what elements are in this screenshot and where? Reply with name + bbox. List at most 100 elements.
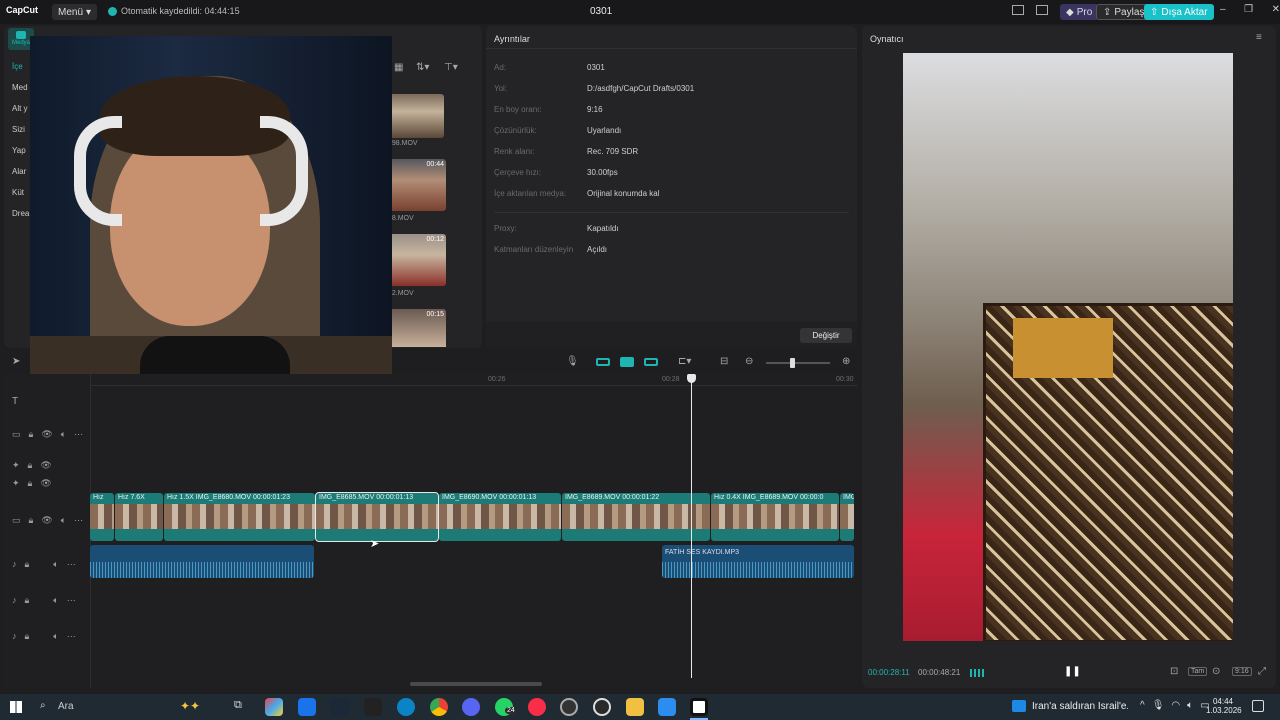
- zoom-in-icon[interactable]: ⊕: [842, 356, 850, 367]
- lock-icon[interactable]: 🔒︎: [25, 595, 30, 606]
- lock-icon[interactable]: 🔒︎: [25, 631, 30, 642]
- media-thumb[interactable]: 00:12: [388, 234, 446, 286]
- news-icon[interactable]: [1012, 700, 1026, 712]
- audio-clip[interactable]: [90, 545, 314, 578]
- eye-icon[interactable]: 👁︎: [40, 478, 51, 489]
- search-icon[interactable]: ⌕: [40, 700, 46, 711]
- eye-icon[interactable]: 👁︎: [40, 460, 51, 471]
- filter-icon[interactable]: ⊤▾: [444, 62, 458, 73]
- grid-view-icon[interactable]: ▦: [394, 62, 403, 73]
- menu-lines-icon[interactable]: ≡: [1256, 32, 1262, 43]
- main-track-magnet-icon[interactable]: [596, 358, 610, 366]
- volume-icon[interactable]: 🔈︎: [53, 631, 58, 642]
- video-clip[interactable]: Hız 7.6X: [115, 493, 163, 541]
- pause-icon[interactable]: ❚❚: [1064, 666, 1081, 677]
- windows-start-icon[interactable]: [10, 701, 22, 713]
- taskbar-search[interactable]: Ara: [58, 701, 74, 712]
- sort-icon[interactable]: ⇅▾: [416, 62, 429, 73]
- notification-center-icon[interactable]: [1252, 700, 1264, 712]
- capcut-icon[interactable]: [690, 698, 708, 716]
- microphone-icon[interactable]: 🎙: [566, 356, 579, 367]
- export-button[interactable]: ⇧ Dışa Aktar: [1144, 4, 1214, 20]
- eye-icon[interactable]: 👁︎: [41, 515, 52, 526]
- change-button[interactable]: Değiştir: [800, 328, 852, 343]
- lock-icon[interactable]: 🔒︎: [28, 478, 33, 489]
- more-icon[interactable]: ⋯: [67, 559, 76, 570]
- video-clip[interactable]: Hız: [90, 493, 114, 541]
- lock-icon[interactable]: 🔒︎: [29, 429, 34, 440]
- video-clip-selected[interactable]: IMG_E8685.MOV 00:00:01:13: [315, 492, 439, 542]
- volume-icon[interactable]: 🔈︎: [61, 515, 66, 526]
- snipping-tool-icon[interactable]: [658, 698, 676, 716]
- video-clip[interactable]: Hız 1.5X IMG_E8680.MOV 00:00:01:23: [164, 493, 315, 541]
- zoom-out-icon[interactable]: ⊖: [745, 356, 753, 367]
- wifi-icon[interactable]: ◠: [1171, 700, 1180, 711]
- select-cursor-icon[interactable]: ➤: [12, 356, 20, 367]
- speaker-icon[interactable]: 🔈︎: [1187, 700, 1193, 711]
- more-icon[interactable]: ⋯: [74, 515, 83, 526]
- epic-games-icon[interactable]: [364, 698, 382, 716]
- media-thumb-duration: 00:12: [426, 236, 444, 243]
- edge-icon[interactable]: [397, 698, 415, 716]
- music-icon[interactable]: [528, 698, 546, 716]
- minimize-icon[interactable]: –: [1220, 4, 1226, 15]
- outlook-icon[interactable]: [298, 698, 316, 716]
- fullscreen-icon[interactable]: ⤢: [1258, 666, 1266, 677]
- app-icon[interactable]: [560, 698, 578, 716]
- playhead[interactable]: [691, 374, 692, 678]
- layout-icon[interactable]: [1012, 5, 1024, 15]
- crop-icon[interactable]: ⊡: [1170, 666, 1178, 677]
- volume-icon[interactable]: 🔈︎: [61, 429, 66, 440]
- clip-label: IMG: [843, 494, 854, 501]
- video-clip[interactable]: IMG_E8689.MOV 00:00:01:22: [562, 493, 710, 541]
- detail-value: Rec. 709 SDR: [587, 147, 639, 156]
- more-icon[interactable]: ⋯: [67, 595, 76, 606]
- zoom-slider-handle[interactable]: [790, 358, 795, 368]
- detail-key: İçe aktarılan medya:: [494, 189, 567, 198]
- media-thumb[interactable]: [388, 94, 444, 138]
- caption-icon[interactable]: ⊟: [720, 356, 728, 367]
- horizontal-scrollbar[interactable]: [410, 682, 542, 686]
- menu-button[interactable]: Menü ▾: [52, 4, 98, 20]
- eye-icon[interactable]: 👁︎: [41, 429, 52, 440]
- preview-axis-icon[interactable]: ⊏▾: [678, 356, 691, 367]
- linkage-icon[interactable]: [644, 358, 658, 366]
- playhead-handle[interactable]: [687, 374, 696, 383]
- media-thumb[interactable]: 00:44: [388, 159, 446, 211]
- focus-icon[interactable]: ⊙: [1212, 666, 1220, 677]
- ratio-button[interactable]: 9:16: [1232, 667, 1252, 676]
- video-clip[interactable]: IMG_E8690.MOV 00:00:01:13: [439, 493, 561, 541]
- maximize-icon[interactable]: ❐: [1244, 4, 1253, 15]
- close-icon[interactable]: ✕: [1272, 4, 1280, 15]
- video-clip[interactable]: IMG: [840, 493, 854, 541]
- time-ruler[interactable]: 00:26 00:28 00:30: [90, 374, 858, 386]
- zoom-slider[interactable]: [766, 362, 830, 364]
- full-button[interactable]: Tam: [1188, 667, 1208, 676]
- file-explorer-icon[interactable]: [626, 698, 644, 716]
- media-thumb[interactable]: 00:15: [388, 309, 446, 347]
- more-icon[interactable]: ⋯: [74, 429, 83, 440]
- task-view-icon[interactable]: ⧉: [234, 699, 242, 712]
- lock-icon[interactable]: 🔒︎: [28, 460, 33, 471]
- pro-button[interactable]: ◆ Pro: [1060, 4, 1099, 20]
- lock-icon[interactable]: 🔒︎: [25, 559, 30, 570]
- video-preview[interactable]: [903, 53, 1233, 641]
- more-icon[interactable]: ⋯: [67, 631, 76, 642]
- news-widget[interactable]: İran'a saldıran İsrail'e...: [1032, 701, 1128, 712]
- discord-icon[interactable]: [462, 698, 480, 716]
- chrome-icon[interactable]: [430, 698, 448, 716]
- volume-icon[interactable]: 🔈︎: [53, 559, 58, 570]
- divider: [486, 48, 857, 49]
- detail-value: Orijinal konumda kal: [587, 189, 660, 198]
- shortcuts-icon[interactable]: [1036, 5, 1048, 15]
- steam-icon[interactable]: [331, 698, 349, 716]
- chevron-up-icon[interactable]: ^: [1140, 700, 1145, 711]
- github-icon[interactable]: [593, 698, 611, 716]
- share-label: Paylaş: [1114, 6, 1145, 18]
- copilot-app-icon[interactable]: [265, 698, 283, 716]
- volume-icon[interactable]: 🔈︎: [53, 595, 58, 606]
- microphone-icon[interactable]: 🎙︎: [1152, 700, 1165, 711]
- video-clip[interactable]: Hız 0.4X IMG_E8689.MOV 00:00:0: [711, 493, 839, 541]
- auto-snap-icon[interactable]: [620, 357, 634, 367]
- lock-icon[interactable]: 🔒︎: [29, 515, 34, 526]
